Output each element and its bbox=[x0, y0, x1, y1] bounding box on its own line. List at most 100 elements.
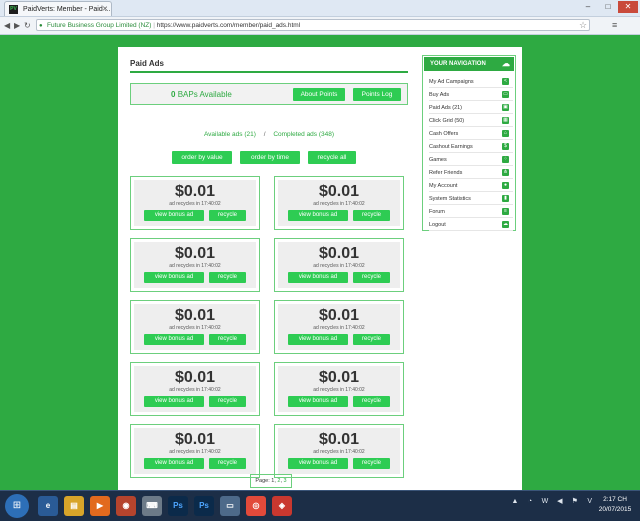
ad-amount: $0.01 bbox=[318, 245, 360, 262]
recycle-button[interactable]: recycle bbox=[353, 396, 390, 407]
menu-icon[interactable]: ≡ bbox=[612, 20, 617, 30]
back-icon[interactable]: ◀ bbox=[4, 20, 10, 31]
recycle-button[interactable]: recycle bbox=[353, 458, 390, 469]
folder-icon[interactable]: ▤ bbox=[64, 496, 84, 516]
about-points-button[interactable]: About Points bbox=[293, 88, 345, 101]
clock-date: 20/07/2015 bbox=[598, 506, 632, 513]
view-bonus-ad-button[interactable]: view bonus ad bbox=[144, 272, 204, 283]
order-by-value-button[interactable]: order by value bbox=[172, 151, 232, 164]
cloud-icon: ☁ bbox=[502, 59, 510, 68]
view-bonus-ad-button[interactable]: view bonus ad bbox=[288, 272, 348, 283]
recycle-button[interactable]: recycle bbox=[209, 272, 246, 283]
user-icon: ● bbox=[502, 182, 509, 189]
browser-tab[interactable]: PV PaidVerts: Member - Paid ... ✕ bbox=[4, 1, 112, 16]
completed-ads-link[interactable]: Completed ads (348) bbox=[273, 131, 334, 138]
chrome-icon[interactable]: ◎ bbox=[246, 496, 266, 516]
nav-item-label: My Ad Campaigns bbox=[429, 79, 474, 85]
close-icon[interactable]: ✕ bbox=[102, 2, 108, 16]
tab-title: PaidVerts: Member - Paid ... bbox=[23, 6, 111, 13]
browser-titlebar: PV PaidVerts: Member - Paid ... ✕ – □ ✕ bbox=[0, 0, 640, 17]
points-log-button[interactable]: Points Log bbox=[353, 88, 401, 101]
nav-item-logout[interactable]: Logout ☁ bbox=[429, 219, 513, 231]
arrow-up-icon[interactable]: ▲ bbox=[510, 497, 520, 507]
card-icon: ▭ bbox=[502, 91, 509, 98]
forward-icon[interactable]: ▶ bbox=[14, 20, 20, 31]
pager-current: 1 bbox=[271, 478, 275, 484]
ad-card: $0.01 ad recycles in 17:40:02 view bonus a… bbox=[130, 300, 260, 354]
nav-item-label: System Statistics bbox=[429, 196, 471, 202]
ad-recycle-timer: ad recycles in 17:40:02 bbox=[313, 325, 365, 331]
view-bonus-ad-button[interactable]: view bonus ad bbox=[288, 396, 348, 407]
start-button[interactable]: ⊞ bbox=[5, 494, 29, 518]
ad-card: $0.01 ad recycles in 17:40:02 view bonus a… bbox=[130, 238, 260, 292]
taskbar: ⊞ e ▤ ▶ ◉ ⌨ Ps Ps ▭ ◎ ◈ ▲ ◔ W ◀ ⚑ V 2:17… bbox=[0, 490, 640, 521]
pager-link-2[interactable]: 2 bbox=[277, 478, 280, 484]
firefox-icon[interactable]: ◉ bbox=[116, 496, 136, 516]
view-bonus-ad-button[interactable]: view bonus ad bbox=[144, 458, 204, 469]
nav-item-games[interactable]: Games ⁘ bbox=[429, 154, 513, 166]
network-icon[interactable]: ◔ bbox=[525, 497, 535, 507]
recycle-button[interactable]: recycle bbox=[209, 210, 246, 221]
recycle-button[interactable]: recycle bbox=[353, 272, 390, 283]
order-by-time-button[interactable]: order by time bbox=[240, 151, 300, 164]
media-player-icon[interactable]: ▶ bbox=[90, 496, 110, 516]
photoshop-icon[interactable]: Ps bbox=[168, 496, 188, 516]
close-window-button[interactable]: ✕ bbox=[618, 1, 638, 13]
view-bonus-ad-button[interactable]: view bonus ad bbox=[144, 334, 204, 345]
bap-count: 0 bbox=[171, 90, 176, 99]
nav-item-cashout-earnings[interactable]: Cashout Earnings $ bbox=[429, 141, 513, 153]
nav-item-my-ad-campaigns[interactable]: My Ad Campaigns < bbox=[429, 76, 513, 88]
explorer-icon[interactable]: e bbox=[38, 496, 58, 516]
ad-amount: $0.01 bbox=[174, 307, 216, 324]
pager-link-3[interactable]: 3 bbox=[284, 478, 287, 484]
nav-item-refer-friends[interactable]: Refer Friends ⋔ bbox=[429, 167, 513, 179]
window-icon[interactable]: ▭ bbox=[220, 496, 240, 516]
volume-icon[interactable]: ◀ bbox=[555, 497, 565, 507]
view-bonus-ad-button[interactable]: view bonus ad bbox=[288, 458, 348, 469]
nav-item-paid-ads-21[interactable]: Paid Ads (21) ▣ bbox=[429, 102, 513, 114]
recycle-button[interactable]: recycle bbox=[353, 334, 390, 345]
url-text: https://www.paidverts.com/member/paid_ad… bbox=[156, 22, 301, 29]
nav-item-cash-offers[interactable]: Cash Offers ⌂ bbox=[429, 128, 513, 140]
recycle-button[interactable]: recycle bbox=[209, 396, 246, 407]
recycle-button[interactable]: recycle bbox=[209, 458, 246, 469]
bap-panel: 0 BAPs Available About Points Points Log bbox=[130, 83, 408, 105]
wordpress-icon[interactable]: W bbox=[540, 497, 550, 507]
view-bonus-ad-button[interactable]: view bonus ad bbox=[144, 396, 204, 407]
view-bonus-ad-button[interactable]: view bonus ad bbox=[288, 210, 348, 221]
maximize-window-button[interactable]: □ bbox=[598, 1, 618, 13]
ad-amount: $0.01 bbox=[174, 245, 216, 262]
recycle-button[interactable]: recycle bbox=[209, 334, 246, 345]
nav-item-system-statistics[interactable]: System Statistics ▮ bbox=[429, 193, 513, 205]
url-input[interactable]: ● Future Business Group Limited (NZ) | h… bbox=[36, 19, 590, 31]
photoshop-icon-2[interactable]: Ps bbox=[194, 496, 214, 516]
recycle-button[interactable]: recycle bbox=[353, 210, 390, 221]
view-bonus-ad-button[interactable]: view bonus ad bbox=[288, 334, 348, 345]
pager-label: Page: bbox=[255, 478, 270, 484]
lock-icon: ● bbox=[39, 23, 43, 29]
network-icon: ⋔ bbox=[502, 169, 509, 176]
nav-item-label: Games bbox=[429, 157, 447, 163]
reload-icon[interactable]: ↻ bbox=[24, 20, 31, 31]
available-ads-link[interactable]: Available ads (21) bbox=[204, 131, 256, 138]
flag-icon[interactable]: ⚑ bbox=[570, 497, 580, 507]
nav-item-click-grid-50[interactable]: Click Grid (50) ▦ bbox=[429, 115, 513, 127]
filter-separator: / bbox=[263, 131, 266, 138]
keyboard-icon[interactable]: ⌨ bbox=[142, 496, 162, 516]
minimize-window-button[interactable]: – bbox=[578, 1, 598, 13]
book-icon: ≡ bbox=[502, 208, 509, 215]
nav-item-buy-ads[interactable]: Buy Ads ▭ bbox=[429, 89, 513, 101]
ad-amount: $0.01 bbox=[318, 369, 360, 386]
navigation-title: YOUR NAVIGATION bbox=[430, 61, 486, 67]
app-icon[interactable]: ◈ bbox=[272, 496, 292, 516]
ad-amount: $0.01 bbox=[318, 183, 360, 200]
view-bonus-ad-button[interactable]: view bonus ad bbox=[144, 210, 204, 221]
ad-card: $0.01 ad recycles in 17:40:02 view bonus a… bbox=[274, 238, 404, 292]
nav-item-my-account[interactable]: My Account ● bbox=[429, 180, 513, 192]
nav-item-label: Forum bbox=[429, 209, 445, 215]
recycle-all-button[interactable]: recycle all bbox=[308, 151, 356, 164]
clock[interactable]: 2:17 CH 20/07/2015 bbox=[594, 495, 636, 515]
bookmark-star-icon[interactable]: ☆ bbox=[579, 20, 587, 30]
nav-item-label: Cashout Earnings bbox=[429, 144, 473, 150]
nav-item-forum[interactable]: Forum ≡ bbox=[429, 206, 513, 218]
